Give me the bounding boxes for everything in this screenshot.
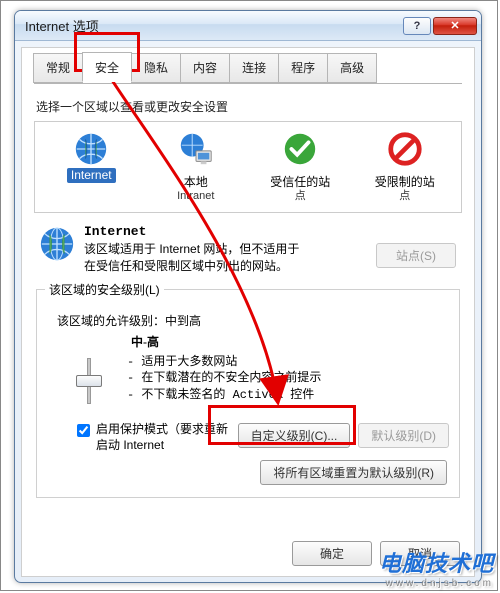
tab-security[interactable]: 安全 bbox=[82, 52, 132, 82]
tab-general[interactable]: 常规 bbox=[33, 53, 83, 83]
zone-label: 受信任的站 bbox=[250, 175, 351, 190]
tab-connections[interactable]: 连接 bbox=[229, 53, 279, 83]
tab-content[interactable]: 内容 bbox=[180, 53, 230, 83]
allowed-levels-label: 该区域的允许级别：中到高 bbox=[57, 312, 449, 329]
help-icon: ? bbox=[414, 20, 421, 32]
client-area: 常规 安全 隐私 内容 连接 程序 高级 选择一个区域以查看或更改安全设置 In… bbox=[21, 47, 475, 577]
tabstrip: 常规 安全 隐私 内容 连接 程序 高级 bbox=[33, 47, 463, 77]
bullet-item: 不下载未签名的 ActiveX 控件 bbox=[127, 387, 321, 404]
security-panel: 选择一个区域以查看或更改安全设置 Internet bbox=[34, 83, 462, 498]
sites-button[interactable]: 站点(S) bbox=[376, 243, 456, 268]
tab-programs[interactable]: 程序 bbox=[278, 53, 328, 83]
zone-label: 本地 bbox=[146, 175, 247, 190]
watermark: 电脑技术吧 www.dnjsb.com bbox=[379, 546, 494, 589]
zone-label: 受限制的站 bbox=[355, 175, 456, 190]
checkmark-icon bbox=[281, 130, 319, 168]
globe-monitor-icon bbox=[177, 130, 215, 168]
internet-options-dialog: Internet 选项 ? ✕ 常规 安全 隐私 内容 连接 程序 高级 选择一… bbox=[14, 10, 482, 583]
help-button[interactable]: ? bbox=[403, 17, 431, 35]
zones-list: Internet 本地 Intranet bbox=[34, 121, 462, 213]
prohibited-icon bbox=[386, 130, 424, 168]
tab-advanced[interactable]: 高级 bbox=[327, 53, 377, 83]
group-legend: 该区域的安全级别(L) bbox=[45, 281, 164, 298]
close-icon: ✕ bbox=[450, 19, 459, 32]
bullet-item: 在下载潜在的不安全内容之前提示 bbox=[127, 370, 321, 387]
zone-sublabel: 点 bbox=[355, 190, 456, 204]
protected-mode-label: 启用保护模式（要求重新 启动 Internet bbox=[96, 422, 228, 453]
globe-icon bbox=[72, 130, 110, 168]
zone-internet[interactable]: Internet bbox=[39, 128, 144, 206]
globe-icon bbox=[38, 225, 76, 263]
slider-track bbox=[87, 358, 91, 404]
close-button[interactable]: ✕ bbox=[433, 17, 477, 35]
zones-section-label: 选择一个区域以查看或更改安全设置 bbox=[36, 98, 462, 115]
zone-desc-title: Internet bbox=[84, 223, 458, 241]
zone-trusted[interactable]: 受信任的站 点 bbox=[248, 128, 353, 206]
window-title: Internet 选项 bbox=[25, 16, 401, 35]
titlebar[interactable]: Internet 选项 ? ✕ bbox=[15, 11, 481, 41]
bullet-item: 适用于大多数网站 bbox=[127, 354, 321, 371]
zone-intranet[interactable]: 本地 Intranet bbox=[144, 128, 249, 206]
reset-all-zones-button[interactable]: 将所有区域重置为默认级别(R) bbox=[260, 460, 447, 485]
slider-thumb[interactable] bbox=[76, 375, 102, 387]
zone-label: Internet bbox=[67, 168, 116, 183]
current-level-name: 中-高 bbox=[131, 333, 449, 350]
security-level-slider[interactable] bbox=[69, 358, 109, 404]
tab-privacy[interactable]: 隐私 bbox=[131, 53, 181, 83]
zone-sublabel: Intranet bbox=[146, 190, 247, 204]
zone-restricted[interactable]: 受限制的站 点 bbox=[353, 128, 458, 206]
default-level-button[interactable]: 默认级别(D) bbox=[358, 423, 449, 448]
ok-button[interactable]: 确定 bbox=[292, 541, 372, 566]
zone-sublabel: 点 bbox=[250, 190, 351, 204]
protected-mode-checkbox[interactable] bbox=[77, 424, 90, 437]
custom-level-button[interactable]: 自定义级别(C)... bbox=[238, 423, 351, 448]
level-bullets: 适用于大多数网站 在下载潜在的不安全内容之前提示 不下载未签名的 ActiveX… bbox=[127, 354, 321, 404]
security-level-group: 该区域的安全级别(L) 该区域的允许级别：中到高 中-高 适用于大多数网站 在下… bbox=[36, 289, 460, 499]
